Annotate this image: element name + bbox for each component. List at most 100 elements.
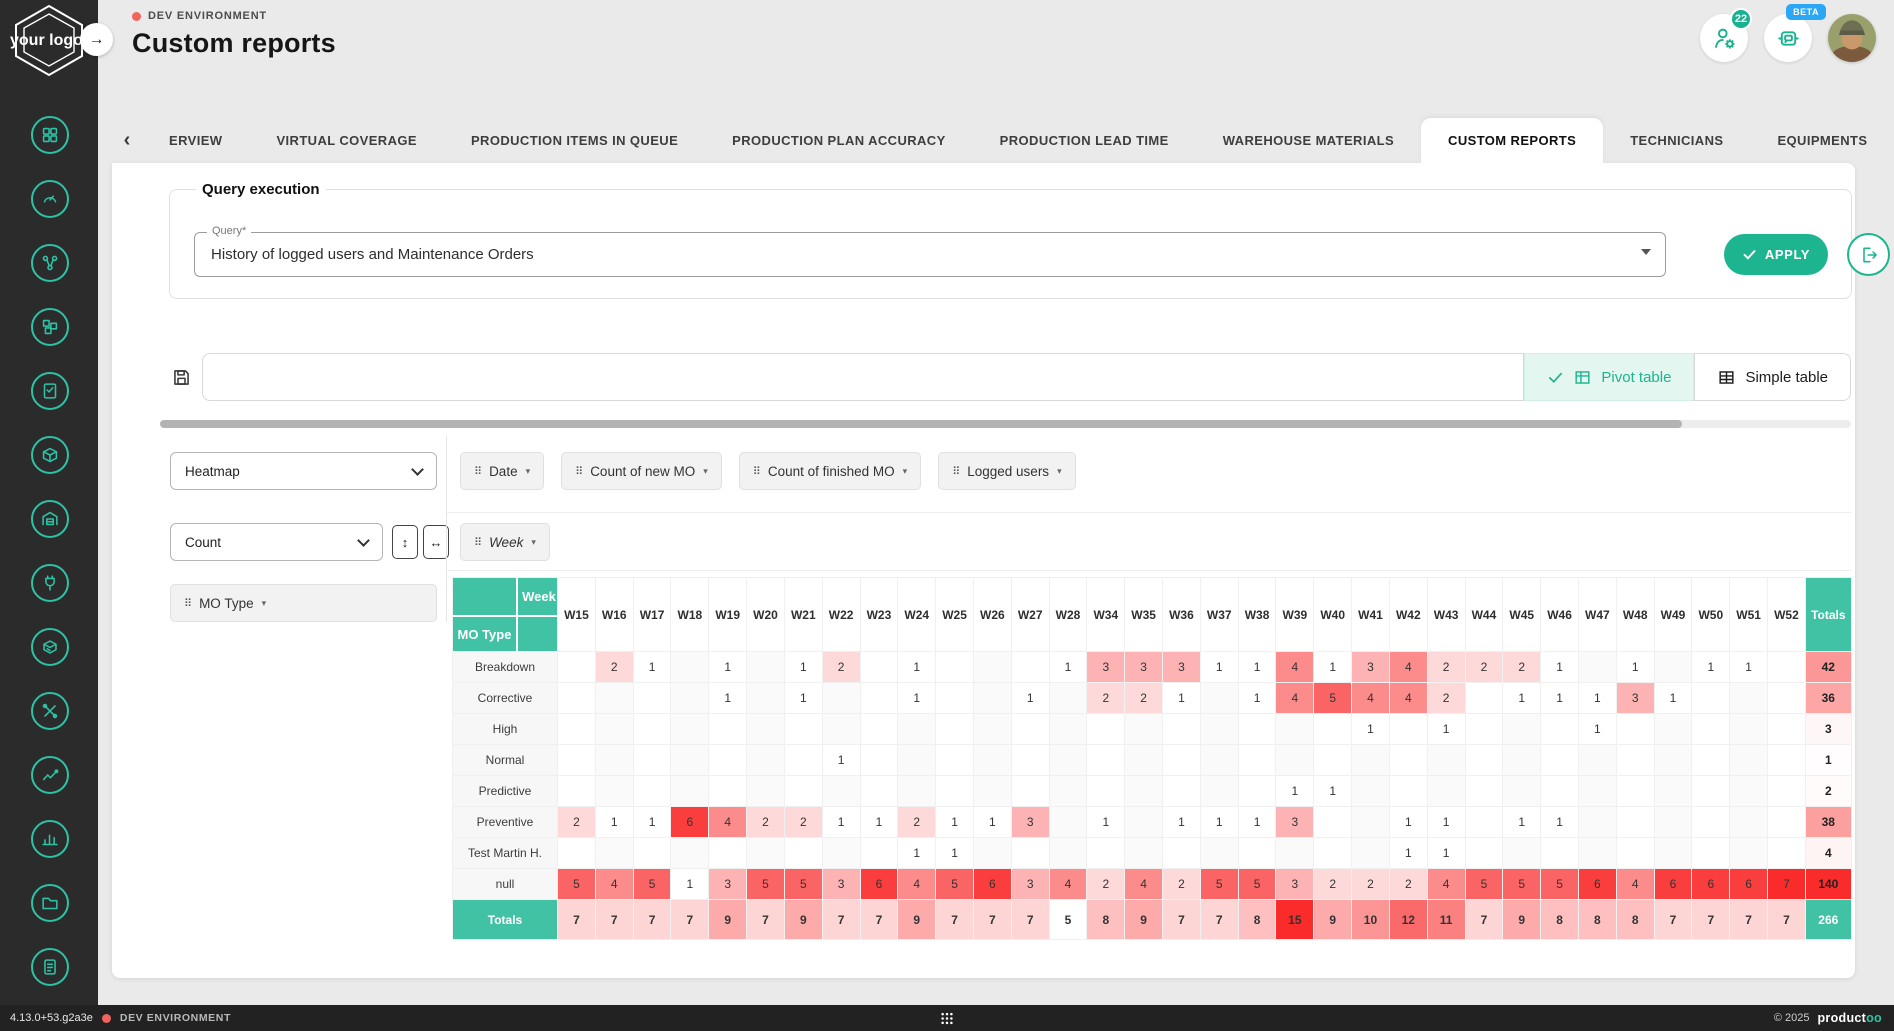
sidebar-item-bar-chart[interactable] <box>31 820 69 858</box>
heatmap-cell: 1 <box>973 807 1011 838</box>
heatmap-cell: 1 <box>1276 776 1314 807</box>
heatmap-row: Normal11 <box>453 745 1852 776</box>
heatmap-cell <box>1692 745 1730 776</box>
heatmap-cell: 4 <box>1276 683 1314 714</box>
query-select[interactable]: Query* History of logged users and Maint… <box>194 232 1666 277</box>
column-total-cell: 8 <box>1616 900 1654 940</box>
column-total-cell: 7 <box>1011 900 1049 940</box>
app-grid-button[interactable] <box>940 1011 955 1026</box>
drag-handle-icon: ⠿ <box>474 536 481 549</box>
heatmap-cell: 6 <box>1654 869 1692 900</box>
heatmap-cell: 6 <box>1730 869 1768 900</box>
aggregator-select[interactable]: Count <box>170 523 383 561</box>
drag-handle-icon: ⠿ <box>184 597 191 610</box>
user-settings-button[interactable]: 22 <box>1700 14 1748 62</box>
heatmap-cell <box>822 838 860 869</box>
tab-technicians[interactable]: TECHNICIANS <box>1603 118 1750 163</box>
sidebar-item-line-chart[interactable] <box>31 756 69 794</box>
horizontal-scrollbar[interactable] <box>160 420 1851 428</box>
sidebar-item-warehouse[interactable] <box>31 500 69 538</box>
heatmap-cell: 2 <box>1125 683 1163 714</box>
heatmap-cell <box>860 838 898 869</box>
tab-virtual-coverage[interactable]: VIRTUAL COVERAGE <box>249 118 444 163</box>
config-hline-2 <box>446 570 1851 571</box>
sidebar-item-workflow[interactable] <box>31 244 69 282</box>
sort-rows-button[interactable]: ↕ <box>392 525 418 559</box>
assistant-button[interactable]: BETA <box>1764 14 1812 62</box>
sidebar-item-package[interactable] <box>31 436 69 474</box>
app-header: your logo → DEV ENVIRONMENT Custom repor… <box>0 0 1894 78</box>
week-column-header: W17 <box>633 578 671 652</box>
sidebar-item-checklist[interactable] <box>31 372 69 410</box>
sidebar-expand-button[interactable]: → <box>80 23 113 56</box>
chart-type-select[interactable]: Heatmap <box>170 452 437 490</box>
week-column-header: W45 <box>1503 578 1541 652</box>
tab-equipments[interactable]: EQUIPMENTS <box>1750 118 1894 163</box>
save-button[interactable] <box>160 353 202 401</box>
export-button[interactable] <box>1847 233 1890 276</box>
field-chip-date[interactable]: ⠿Date▾ <box>460 452 544 490</box>
field-chip-count-of-finished-mo[interactable]: ⠿Count of finished MO▾ <box>739 452 921 490</box>
week-column-header: W15 <box>558 578 596 652</box>
field-chip-logged-users[interactable]: ⠿Logged users▾ <box>938 452 1075 490</box>
heatmap-cell <box>633 776 671 807</box>
heatmap-cell <box>1578 838 1616 869</box>
sidebar-item-modules[interactable] <box>31 308 69 346</box>
logo[interactable]: your logo → <box>0 0 98 78</box>
heatmap-cell <box>1049 683 1087 714</box>
heatmap-cell <box>784 838 822 869</box>
scrollbar-thumb[interactable] <box>160 420 1682 428</box>
heatmap-cell <box>1768 838 1806 869</box>
heatmap-cell: 3 <box>1125 652 1163 683</box>
week-column-header: W26 <box>973 578 1011 652</box>
sidebar-item-return-box[interactable] <box>31 628 69 666</box>
tab-production-items-in-queue[interactable]: PRODUCTION ITEMS IN QUEUE <box>444 118 705 163</box>
sidebar-item-dashboard[interactable] <box>31 116 69 154</box>
tab-warehouse-materials[interactable]: WAREHOUSE MATERIALS <box>1196 118 1421 163</box>
bar-chart-icon <box>39 828 61 850</box>
heatmap-cell <box>1465 807 1503 838</box>
heatmap-cell <box>1352 807 1390 838</box>
tabs-scroll-left-icon[interactable]: ‹ <box>112 118 142 163</box>
heatmap-cell <box>1314 714 1352 745</box>
heatmap-cell: 5 <box>1541 869 1579 900</box>
heatmap-cell <box>936 652 974 683</box>
tab-erview[interactable]: ERVIEW <box>142 118 249 163</box>
column-field-chip-week[interactable]: ⠿Week▾ <box>460 523 550 561</box>
tab-production-lead-time[interactable]: PRODUCTION LEAD TIME <box>973 118 1196 163</box>
sidebar-item-document[interactable] <box>31 948 69 986</box>
heatmap-cell: 1 <box>1616 652 1654 683</box>
apply-button[interactable]: APPLY <box>1724 234 1828 275</box>
warehouse-icon <box>39 508 61 530</box>
heatmap-cell <box>1654 776 1692 807</box>
heatmap-cell: 1 <box>1541 807 1579 838</box>
heatmap-cell <box>1578 652 1616 683</box>
field-chip-count-of-new-mo[interactable]: ⠿Count of new MO▾ <box>561 452 722 490</box>
simple-table-toggle[interactable]: Simple table <box>1694 353 1851 401</box>
column-total-cell: 7 <box>936 900 974 940</box>
row-total-cell: 42 <box>1805 652 1851 683</box>
heatmap-cell: 2 <box>595 652 633 683</box>
pivot-table-container: WeekMO TypeW15W16W17W18W19W20W21W22W23W2… <box>452 577 1852 940</box>
sidebar-item-tools[interactable] <box>31 692 69 730</box>
heatmap-cell: 1 <box>1578 714 1616 745</box>
sidebar-item-gauge[interactable] <box>31 180 69 218</box>
heatmap-cell <box>1238 838 1276 869</box>
tab-production-plan-accuracy[interactable]: PRODUCTION PLAN ACCURACY <box>705 118 973 163</box>
avatar[interactable] <box>1828 14 1876 62</box>
column-total-cell: 8 <box>1238 900 1276 940</box>
tab-custom-reports[interactable]: CUSTOM REPORTS <box>1421 118 1603 163</box>
heatmap-cell: 1 <box>936 807 974 838</box>
heatmap-cell <box>1465 683 1503 714</box>
heatmap-cell <box>822 683 860 714</box>
heatmap-cell: 1 <box>1389 807 1427 838</box>
sidebar-item-folder[interactable] <box>31 884 69 922</box>
sidebar-item-plug[interactable] <box>31 564 69 602</box>
totals-row: Totals7777979779777589778159101211798887… <box>453 900 1852 940</box>
heatmap-cell: 5 <box>936 869 974 900</box>
heatmap-cell <box>1654 838 1692 869</box>
simple-toggle-label: Simple table <box>1745 369 1828 386</box>
row-field-chip-mo-type[interactable]: ⠿MO Type▾ <box>170 584 437 622</box>
column-total-cell: 7 <box>558 900 596 940</box>
pivot-table-toggle[interactable]: Pivot table <box>1524 353 1694 401</box>
